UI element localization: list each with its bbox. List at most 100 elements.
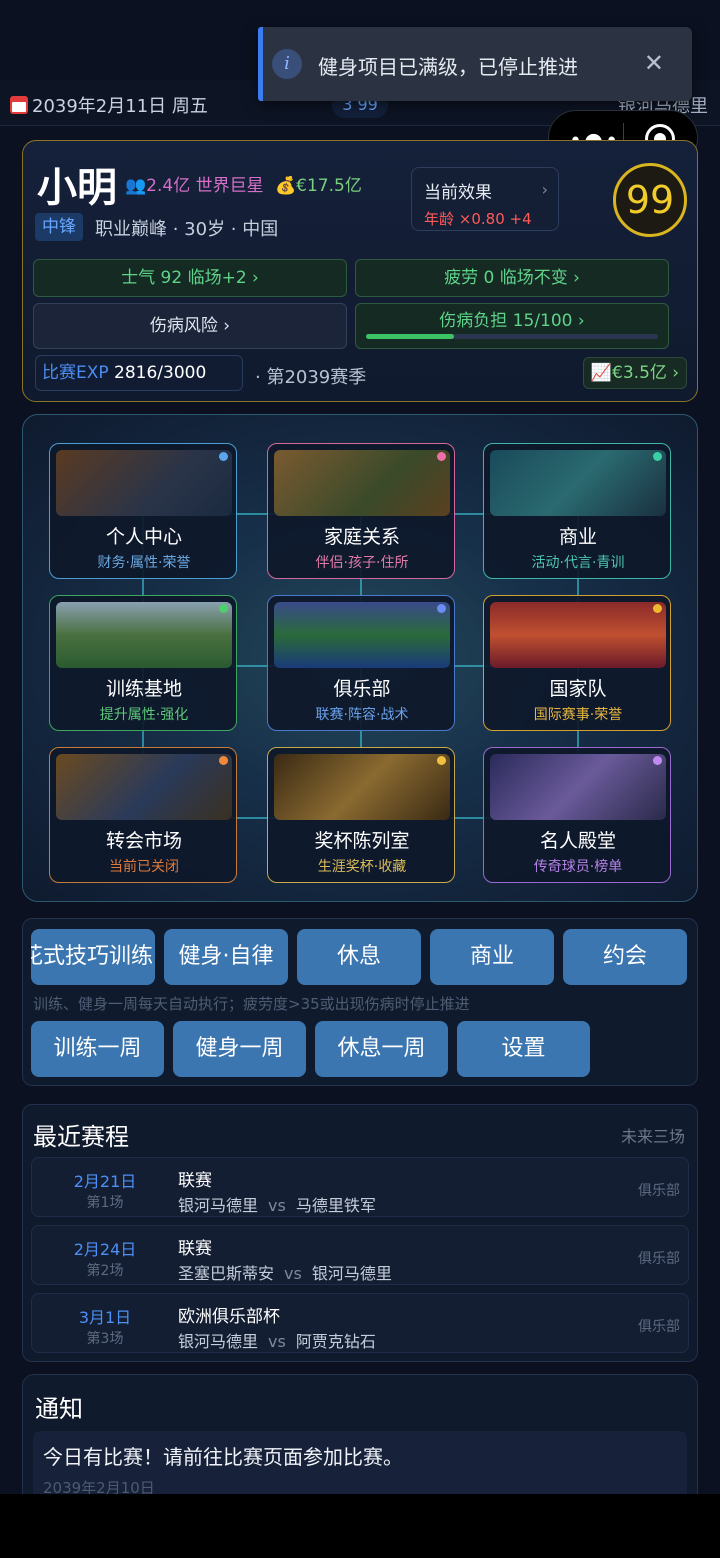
injury-risk-button[interactable]: 伤病风险 › [33,303,347,349]
status-dot [437,756,446,765]
notice-title: 通知 [35,1395,83,1423]
game-date: 2039年2月11日 周五 [10,92,208,118]
rest-button[interactable]: 休息 [297,929,421,985]
tile-image [490,754,666,820]
vs-label: vs [284,1264,302,1283]
match-tag: 俱乐部 [638,1183,680,1199]
tile-hall-of-fame[interactable]: 名人殿堂传奇球员·榜单 [483,747,671,883]
status-dot [219,756,228,765]
tile-subtitle: 传奇球员·榜单 [533,859,623,875]
tile-image [274,450,450,516]
tile-business[interactable]: 商业活动·代言·青训 [483,443,671,579]
tile-national-team[interactable]: 国家队国际赛事·荣誉 [483,595,671,731]
player-meta: 职业巅峰 · 30岁 · 中国 [95,219,279,240]
fitness-button[interactable]: 健身·自律 [164,929,288,985]
tile-subtitle: 提升属性·强化 [99,707,189,723]
tile-title: 国家队 [549,678,607,700]
position-badge: 中锋 [35,213,83,241]
away-team: 阿贾克钻石 [295,1332,376,1351]
match-competition: 联赛 [178,1239,212,1259]
effect-value: 年龄 ×0.80 +4 [424,210,532,228]
schedule-subtitle: 未来三场 [620,1127,685,1146]
match-date: 2月21日 [73,1172,137,1191]
tile-image [274,602,450,668]
morale-button[interactable]: 士气 92 临场+2 › [33,259,347,297]
bottom-area [0,1494,720,1558]
schedule-panel: 最近赛程 未来三场 2月21日 第1场 联赛 银河马德里 vs 马德里铁军 俱乐部 2月24日… [22,1104,698,1362]
status-dot [437,452,446,461]
vs-label: vs [268,1196,286,1215]
match-row[interactable]: 2月24日 第2场 联赛 圣塞巴斯蒂安 vs 银河马德里 俱乐部 [31,1225,689,1285]
tile-title: 家庭关系 [323,526,400,548]
match-index: 第1场 [86,1195,124,1211]
tile-title: 奖杯陈列室 [314,830,410,852]
train-week-button[interactable]: 训练一周 [31,1021,164,1077]
tile-personal-center[interactable]: 个人中心 财务·属性·荣誉 [49,443,237,579]
match-tag: 俱乐部 [638,1251,680,1267]
vs-label: vs [268,1332,286,1351]
match-teams: 银河马德里 vs 马德里铁军 [178,1192,376,1216]
match-tag: 俱乐部 [638,1319,680,1335]
tile-image [490,602,666,668]
tile-image [56,602,232,668]
status-dot [653,756,662,765]
match-date: 2月24日 [73,1240,137,1259]
skill-training-button[interactable]: 花式技巧训练 [31,929,155,985]
date-button[interactable]: 约会 [563,929,687,985]
match-competition: 欧洲俱乐部杯 [178,1307,280,1327]
chevron-right-icon: › [541,180,548,199]
tile-title: 转会市场 [105,830,182,852]
status-dot [653,604,662,613]
settings-button[interactable]: 设置 [457,1021,590,1077]
status-dot [653,452,662,461]
tile-trophy-room[interactable]: 奖杯陈列室 生涯奖杯·收藏 [267,747,455,883]
status-dot [219,452,228,461]
tile-subtitle: 活动·代言·青训 [531,555,625,571]
player-name: 小明 [37,165,117,211]
match-index: 第2场 [86,1263,124,1279]
tile-title: 名人殿堂 [539,830,616,852]
actions-hint: 训练、健身一周每天自动执行；疲劳度>35或出现伤病时停止推进 [33,995,470,1013]
calendar-icon [10,96,28,114]
current-effect-button[interactable]: 当前效果 › 年龄 ×0.80 +4 [411,167,559,231]
trend-chart-icon: 📈 [590,363,613,383]
home-team: 圣塞巴斯蒂安 [178,1264,275,1283]
match-date: 3月1日 [78,1308,132,1327]
market-value-button[interactable]: 📈€3.5亿 › [583,357,687,389]
business-button[interactable]: 商业 [430,929,554,985]
tile-title: 俱乐部 [333,678,391,700]
status-dot [219,604,228,613]
close-icon[interactable]: ✕ [644,49,664,77]
tile-family[interactable]: 家庭关系伴侣·孩子·住所 [267,443,455,579]
player-card: 小明 👥2.4亿 世界巨星 💰€17.5亿 中锋 职业巅峰 · 30岁 · 中国… [22,140,698,402]
overall-rating: 99 [613,163,687,237]
notice-panel: 通知 今日有比赛！请前往比赛页面参加比赛。 2039年2月10日 [22,1374,698,1514]
match-row[interactable]: 2月21日第1场 联赛银河马德里 vs 马德里铁军 俱乐部 [31,1157,689,1217]
tile-title: 商业 [558,526,597,548]
effect-title: 当前效果 [424,183,492,203]
rest-week-button[interactable]: 休息一周 [315,1021,448,1077]
match-competition: 联赛 [178,1171,212,1191]
match-index: 第3场 [86,1331,124,1347]
match-teams: 银河马德里 vs 阿贾克钻石 [178,1328,376,1352]
tile-title: 训练基地 [105,678,182,700]
tile-subtitle: 国际赛事·荣誉 [533,707,623,723]
match-exp: 比赛EXP 2816/3000 [35,355,243,391]
fans-icon: 👥 [125,176,147,196]
tile-subtitle: 当前已关闭 [109,859,179,875]
injury-load-button[interactable]: 伤病负担 15/100 › [355,303,669,349]
tile-image [56,450,232,516]
fatigue-button[interactable]: 疲劳 0 临场不变 › [355,259,669,297]
tile-club[interactable]: 俱乐部 联赛·阵容·战术 [267,595,455,731]
info-icon: i [272,49,302,79]
toast-accent [258,27,263,101]
tile-subtitle: 伴侣·孩子·住所 [315,555,409,571]
fitness-week-button[interactable]: 健身一周 [173,1021,306,1077]
schedule-title: 最近赛程 [33,1123,129,1151]
tile-training-base[interactable]: 训练基地提升属性·强化 [49,595,237,731]
away-team: 马德里铁军 [295,1196,376,1215]
toast-notification: i 健身项目已满级，已停止推进 ✕ [258,27,692,101]
home-team: 银河马德里 [178,1196,259,1215]
match-row[interactable]: 3月1日 第3场 欧洲俱乐部杯 银河马德里 vs 阿贾克钻石 俱乐部 [31,1293,689,1353]
tile-transfer-market[interactable]: 转会市场 当前已关闭 [49,747,237,883]
